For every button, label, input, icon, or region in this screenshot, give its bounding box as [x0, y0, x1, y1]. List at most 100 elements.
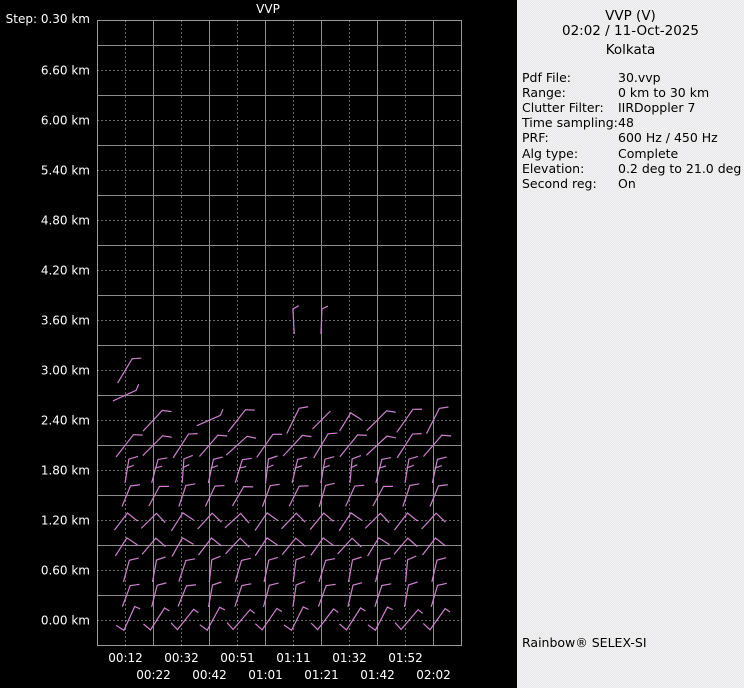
- wind-barb: [125, 456, 138, 483]
- info-row: Second reg:On: [522, 176, 744, 191]
- wind-barb: [181, 455, 194, 483]
- wind-barb-stroke: [338, 412, 363, 431]
- wind-barb: [171, 607, 199, 632]
- wind-barb-stroke: [366, 537, 391, 556]
- plot-title: VVP: [256, 2, 280, 16]
- info-label: Time sampling:: [522, 115, 618, 130]
- x-axis-time-label: 01:42: [360, 668, 395, 682]
- info-value: 0 km to 30 km: [618, 85, 744, 100]
- wind-barb: [143, 405, 171, 438]
- wind-barb: [340, 608, 366, 630]
- wind-barb-stroke: [170, 512, 194, 531]
- wind-barb: [310, 538, 334, 556]
- wind-barb: [149, 482, 169, 510]
- plot-border: [98, 21, 462, 646]
- wind-barb-stroke: [116, 430, 143, 462]
- y-axis-label: 1.20 km: [41, 514, 90, 528]
- wind-barb: [338, 412, 363, 431]
- wind-barb: [283, 430, 311, 463]
- y-axis-label: 4.20 km: [41, 264, 90, 278]
- wind-barb: [394, 607, 423, 632]
- wind-barb-stroke: [114, 537, 138, 556]
- wind-barb-stroke: [321, 306, 328, 334]
- wind-barb: [264, 557, 278, 582]
- wind-barb-stroke: [143, 405, 171, 438]
- y-axis-label: 5.40 km: [41, 164, 90, 178]
- wind-barb-stroke: [349, 456, 362, 483]
- wind-barb-stroke: [366, 607, 394, 631]
- wind-barb: [349, 456, 362, 483]
- y-axis-label: 3.60 km: [41, 314, 90, 328]
- y-axis-label: 6.00 km: [41, 114, 90, 128]
- wind-barb-stroke: [254, 537, 278, 556]
- wind-barb-stroke: [293, 306, 300, 334]
- wind-barb-stroke: [311, 607, 339, 631]
- wind-barb-stroke: [405, 456, 418, 483]
- wind-barb-stroke: [366, 430, 396, 464]
- wind-barb-stroke: [226, 607, 255, 632]
- x-axis-time-label: 00:12: [108, 651, 143, 665]
- wind-barb: [321, 306, 328, 334]
- panel-datetime: 02:02 / 11-Oct-2025: [517, 24, 744, 39]
- wind-barb: [338, 512, 362, 531]
- y-axis-label: 1.80 km: [41, 464, 90, 478]
- info-label: Elevation:: [522, 161, 618, 176]
- x-axis-time-label: 01:32: [332, 651, 367, 665]
- wind-barb: [254, 537, 278, 556]
- x-axis-time-label: 00:32: [164, 651, 199, 665]
- wind-barb-stroke: [171, 607, 199, 632]
- info-value: 600 Hz / 450 Hz: [618, 130, 744, 145]
- info-label: Second reg:: [522, 176, 618, 191]
- wind-barb-stroke: [254, 512, 278, 530]
- wind-barb-stroke: [228, 405, 255, 437]
- panel-title: VVP (V): [517, 9, 744, 24]
- wind-barb: [373, 482, 393, 510]
- plot-canvas: Step: 0.30 km VVP 6.60 km6.00 km5.40 km4…: [0, 0, 517, 688]
- wind-barb: [432, 456, 446, 484]
- wind-barb: [282, 512, 307, 531]
- wind-barb: [228, 405, 255, 437]
- wind-barb-stroke: [338, 512, 362, 531]
- wind-barb: [293, 306, 300, 334]
- wind-barb-stroke: [199, 607, 226, 631]
- wind-barb: [199, 430, 227, 463]
- wind-barb: [116, 430, 143, 462]
- wind-barb: [366, 537, 391, 556]
- x-axis-time-label: 00:42: [192, 668, 227, 682]
- wind-barb: [405, 582, 418, 607]
- wind-barb-stroke: [170, 536, 195, 556]
- wind-barb-stroke: [373, 482, 393, 510]
- info-value: IIRDoppler 7: [618, 100, 744, 115]
- wind-barb: [367, 405, 396, 438]
- wind-barb-stroke: [282, 606, 310, 631]
- panel-header: VVP (V) 02:02 / 11-Oct-2025 Kolkata: [517, 0, 744, 58]
- x-axis-time-label: 01:52: [388, 651, 423, 665]
- axis-labels-layer: 6.60 km6.00 km5.40 km4.80 km4.20 km3.60 …: [41, 64, 451, 683]
- wind-barb-stroke: [348, 582, 362, 608]
- info-value: 48: [618, 115, 744, 130]
- wind-barb: [349, 557, 362, 582]
- wind-barb-stroke: [349, 557, 362, 582]
- wind-barb-stroke: [232, 482, 253, 510]
- info-row: Clutter Filter:IIRDoppler 7: [522, 100, 744, 115]
- wind-barb-stroke: [340, 608, 366, 630]
- y-axis-label: 4.80 km: [41, 214, 90, 228]
- wind-barb-stroke: [310, 538, 334, 556]
- info-label: Clutter Filter:: [522, 100, 618, 115]
- step-label: Step: 0.30 km: [6, 12, 90, 26]
- wind-barb: [112, 384, 140, 401]
- wind-barb-stroke: [432, 456, 446, 484]
- wind-barb: [366, 607, 394, 631]
- wind-barb-stroke: [340, 430, 367, 462]
- info-value: 30.vvp: [618, 70, 744, 85]
- wind-barb-stroke: [264, 557, 278, 582]
- wind-barb: [208, 456, 222, 484]
- x-axis-time-label: 01:01: [248, 668, 283, 682]
- info-value: On: [618, 176, 744, 191]
- wind-barb: [423, 607, 450, 630]
- wind-barb-stroke: [394, 607, 423, 632]
- x-axis-time-label: 02:02: [416, 668, 451, 682]
- wind-barb: [432, 557, 446, 583]
- wind-barb-stroke: [114, 606, 143, 631]
- wind-barb-stroke: [255, 608, 282, 631]
